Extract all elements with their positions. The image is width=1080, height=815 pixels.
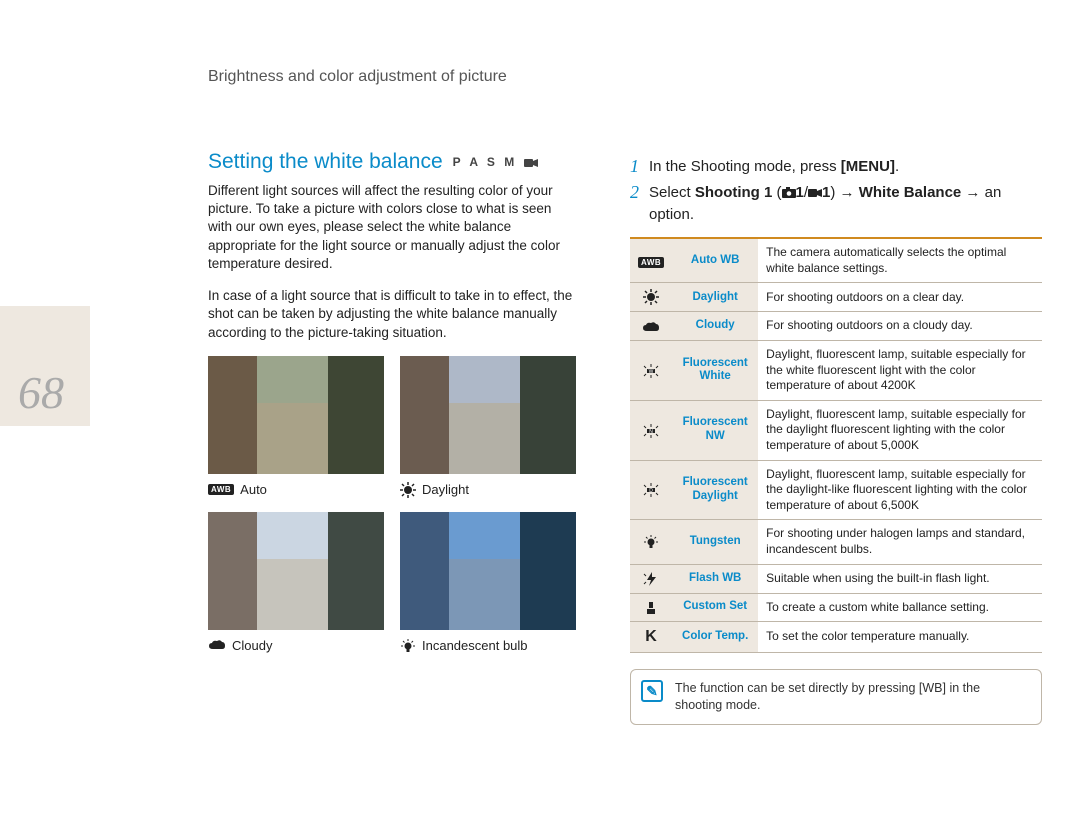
option-desc: Daylight, fluorescent lamp, suitable esp… (758, 341, 1042, 401)
thumb-incandescent-image (400, 512, 576, 630)
step-2-text: Select Shooting 1 (1/1) → White Balance … (649, 182, 1050, 226)
step-1: 1 In the Shooting mode, press [MENU]. (630, 156, 1050, 178)
option-name: Fluorescent White (672, 341, 758, 401)
flash-icon-cell (630, 564, 672, 593)
step-1-number: 1 (630, 156, 639, 178)
thumb-cloudy-image (208, 512, 384, 630)
thumb-daylight-image (400, 356, 576, 474)
cloud-icon (208, 639, 226, 651)
fluorescent-n-icon-cell: N (630, 400, 672, 460)
awb-icon-cell: AWB (630, 238, 672, 283)
table-row: Daylight For shooting outdoors on a clea… (630, 283, 1042, 312)
thumb-auto-caption: AWB Auto (208, 482, 384, 497)
option-desc: For shooting under halogen lamps and sta… (758, 520, 1042, 564)
svg-text:W: W (649, 369, 654, 375)
thumb-daylight-block: Daylight (400, 356, 576, 498)
note-box: ✎ The function can be set directly by pr… (630, 669, 1042, 725)
table-row: Cloudy For shooting outdoors on a cloudy… (630, 312, 1042, 341)
fluorescent-w-icon-cell: W (630, 341, 672, 401)
page-number: 68 (18, 366, 64, 419)
option-desc: For shooting outdoors on a clear day. (758, 283, 1042, 312)
breadcrumb: Brightness and color adjustment of pictu… (208, 68, 507, 86)
svg-text:N: N (649, 429, 653, 435)
step-2-number: 2 (630, 182, 639, 226)
option-name: Tungsten (672, 520, 758, 564)
bulb-icon-cell (630, 520, 672, 564)
option-name: Color Temp. (672, 622, 758, 653)
option-name: Fluorescent Daylight (672, 460, 758, 520)
fluorescent-d-icon-cell: D (630, 460, 672, 520)
option-name: Custom Set (672, 593, 758, 622)
option-desc: For shooting outdoors on a cloudy day. (758, 312, 1042, 341)
thumb-incandescent-block: Incandescent bulb (400, 512, 576, 654)
option-desc: Daylight, fluorescent lamp, suitable esp… (758, 400, 1042, 460)
thumb-cloudy-caption: Cloudy (208, 638, 384, 653)
option-name: Flash WB (672, 564, 758, 593)
option-desc: Suitable when using the built-in flash l… (758, 564, 1042, 593)
option-desc: To set the color temperature manually. (758, 622, 1042, 653)
wb-options-table: AWB Auto WB The camera automatically sel… (630, 237, 1042, 653)
thumb-cloudy-block: Cloudy (208, 512, 384, 654)
right-column: 1 In the Shooting mode, press [MENU]. 2 … (630, 156, 1050, 725)
sun-icon-cell (630, 283, 672, 312)
table-row: Flash WB Suitable when using the built-i… (630, 564, 1042, 593)
table-row: Tungsten For shooting under halogen lamp… (630, 520, 1042, 564)
custom-icon-cell (630, 593, 672, 622)
awb-icon: AWB (208, 484, 234, 495)
thumb-auto-block: AWB Auto (208, 356, 384, 498)
bulb-icon (400, 638, 416, 654)
sun-icon (400, 482, 416, 498)
section-title-text: Setting the white balance (208, 150, 443, 174)
thumb-auto-image (208, 356, 384, 474)
step-1-text: In the Shooting mode, press [MENU]. (649, 156, 899, 178)
table-row: W Fluorescent White Daylight, fluorescen… (630, 341, 1042, 401)
section-title: Setting the white balance P A S M (208, 150, 576, 174)
cloud-icon-cell (630, 312, 672, 341)
option-desc: To create a custom white ballance settin… (758, 593, 1042, 622)
table-row: Custom Set To create a custom white ball… (630, 593, 1042, 622)
table-row: AWB Auto WB The camera automatically sel… (630, 238, 1042, 283)
sample-thumbnails: AWB Auto Daylight Cloudy (208, 356, 576, 654)
option-name: Daylight (672, 283, 758, 312)
option-name: Fluorescent NW (672, 400, 758, 460)
option-desc: Daylight, fluorescent lamp, suitable esp… (758, 460, 1042, 520)
option-name: Auto WB (672, 238, 758, 283)
step-2: 2 Select Shooting 1 (1/1) → White Balanc… (630, 182, 1050, 226)
option-desc: The camera automatically selects the opt… (758, 238, 1042, 283)
note-icon: ✎ (641, 680, 663, 702)
intro-para-1: Different light sources will affect the … (208, 182, 576, 273)
kelvin-icon-cell: K (630, 622, 672, 653)
video-icon (808, 188, 822, 198)
table-row: D Fluorescent Daylight Daylight, fluores… (630, 460, 1042, 520)
table-row: K Color Temp. To set the color temperatu… (630, 622, 1042, 653)
camera-icon (782, 187, 796, 198)
video-mode-icon (524, 158, 538, 168)
svg-text:D: D (649, 488, 653, 494)
intro-para-2: In case of a light source that is diffic… (208, 287, 576, 342)
thumb-incandescent-caption: Incandescent bulb (400, 638, 576, 654)
table-row: N Fluorescent NW Daylight, fluorescent l… (630, 400, 1042, 460)
left-column: Setting the white balance P A S M Differ… (208, 150, 576, 654)
mode-badge: P A S M (453, 155, 538, 169)
option-name: Cloudy (672, 312, 758, 341)
thumb-daylight-caption: Daylight (400, 482, 576, 498)
